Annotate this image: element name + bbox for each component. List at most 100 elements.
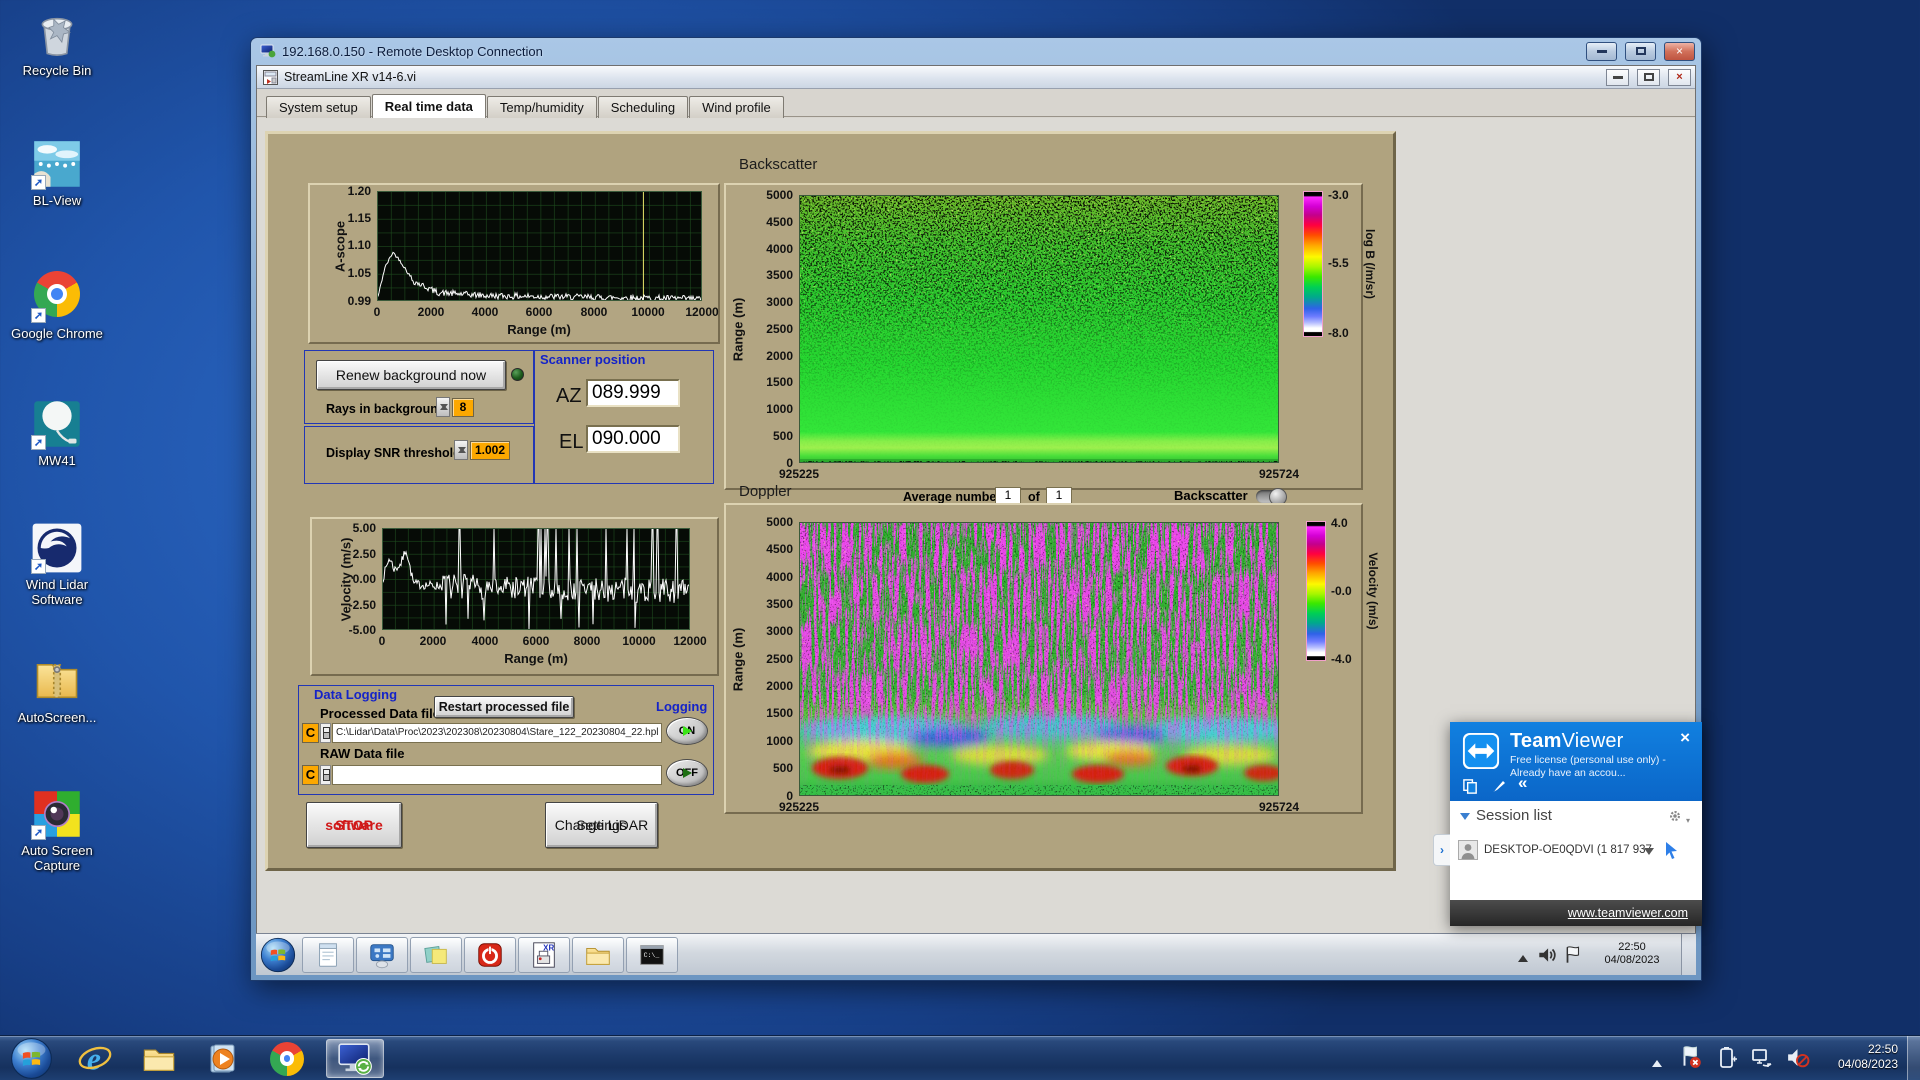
desktop-icon-bl-view[interactable]: ➚ BL-View [6, 138, 108, 208]
tray-clock[interactable]: 22:50 04/08/2023 [1818, 1042, 1898, 1072]
logging-label: Logging [656, 699, 708, 714]
teamviewer-expander-tab[interactable]: › [1433, 834, 1450, 866]
remote-taskbar-settings-button[interactable] [356, 937, 408, 973]
remote-taskbar-sticky-notes-button[interactable] [410, 937, 462, 973]
change-lidar-settings-button[interactable]: Change LiDAR Settings [545, 802, 658, 848]
svg-text:C:\_: C:\_ [644, 952, 660, 959]
velocity-plot[interactable] [382, 528, 690, 630]
remote-tray-show-hidden-icon[interactable] [1518, 950, 1528, 962]
y-tick-label: 2500 [766, 652, 793, 666]
tray-show-hidden-icon[interactable] [1652, 1055, 1662, 1067]
session-avatar-icon [1458, 840, 1478, 860]
remote-taskbar-streamline-xr-button[interactable]: XR [518, 937, 570, 973]
tab-temp-humidity[interactable]: Temp/humidity [486, 96, 597, 118]
remote-start-button[interactable] [260, 937, 296, 973]
rdp-close-button[interactable]: × [1664, 41, 1695, 61]
processed-drive-field[interactable]: C [302, 723, 319, 743]
restart-processed-file-button[interactable]: Restart processed file [434, 696, 574, 718]
teamviewer-brush-icon[interactable] [1490, 777, 1508, 800]
backscatter-heatmap[interactable] [799, 195, 1279, 463]
remote-taskbar-cmd-button[interactable]: C:\_ [626, 937, 678, 973]
desktop-icon-google-chrome[interactable]: ➚ Google Chrome [6, 268, 108, 341]
taskbar-explorer-button[interactable] [136, 1039, 182, 1078]
rays-spinner[interactable] [436, 397, 450, 417]
start-button[interactable] [10, 1037, 53, 1080]
desktop-icon-mw41[interactable]: ➚ MW41 [6, 398, 108, 468]
remote-clock-date: 04/08/2023 [1604, 954, 1660, 966]
app-titlebar[interactable]: StreamLine XR v14-6.vi × [257, 66, 1695, 89]
el-value-field[interactable]: 090.000 [586, 425, 680, 453]
taskbar-rdp-button-active[interactable] [326, 1039, 384, 1078]
connect-cursor-icon[interactable] [1662, 840, 1682, 860]
remote-tray-clock[interactable]: 22:50 04/08/2023 [1592, 941, 1672, 967]
x-tick-label: 2000 [419, 634, 447, 648]
teamviewer-collapse-icon[interactable]: « [1518, 773, 1527, 793]
wind-lidar-icon: ➚ [31, 522, 83, 574]
tab-scheduling[interactable]: Scheduling [597, 96, 689, 118]
backscatter-doppler-toggle[interactable] [1256, 488, 1287, 506]
rdp-maximize-button[interactable] [1625, 41, 1656, 61]
remote-taskbar-stop-app-button[interactable] [464, 937, 516, 973]
shortcut-arrow-icon: ➚ [31, 559, 46, 574]
tray-power-icon[interactable] [1716, 1046, 1740, 1075]
y-tick-label: 1000 [766, 734, 793, 748]
taskbar-media-player-button[interactable] [200, 1039, 246, 1078]
tray-volume-muted-icon[interactable] [1785, 1045, 1810, 1075]
teamviewer-close-icon[interactable]: × [1680, 728, 1690, 748]
data-logging-title: Data Logging [314, 687, 398, 702]
tab-bar: System setup Real time data Temp/humidity S… [257, 90, 1695, 118]
stop-software-button[interactable]: STOP software [306, 802, 402, 848]
show-desktop-button[interactable] [1907, 1036, 1920, 1080]
session-list-item[interactable]: DESKTOP-OE0QDVI (1 817 937 [1456, 837, 1696, 865]
raw-logging-off-button[interactable]: OFF [666, 759, 708, 787]
processed-path-field[interactable]: C:\Lidar\Data\Proc\2023\202308\20230804\… [332, 723, 662, 743]
app-window-title: StreamLine XR v14-6.vi [284, 70, 417, 84]
tray-network-icon[interactable] [1750, 1046, 1774, 1075]
session-list-expand-icon[interactable] [1460, 813, 1470, 825]
renew-background-button[interactable]: Renew background now [316, 360, 506, 390]
remote-taskbar-notepad-button[interactable] [302, 937, 354, 973]
raw-drive-field[interactable]: C [302, 765, 319, 785]
az-value-field[interactable]: 089.999 [586, 379, 680, 407]
teamviewer-header: TeamViewer × Free license (personal use … [1450, 722, 1702, 801]
app-close-button[interactable]: × [1668, 68, 1691, 86]
desktop-icon-autoscreen[interactable]: AutoScreen... [6, 655, 108, 725]
desktop-icon-auto-screen-capture[interactable]: ➚ Auto Screen Capture [6, 788, 108, 873]
remote-tray-action-center-icon[interactable] [1562, 944, 1584, 971]
tab-real-time-data[interactable]: Real time data [371, 94, 486, 118]
session-list-options-gear-icon[interactable]: ▾ [1668, 809, 1690, 828]
desktop-icon-recycle-bin[interactable]: Recycle Bin [6, 8, 108, 78]
processed-logging-on-button[interactable]: ON [666, 717, 708, 745]
rdp-minimize-button[interactable] [1586, 41, 1617, 61]
remote-taskbar-explorer-button[interactable] [572, 937, 624, 973]
doppler-heatmap[interactable] [799, 522, 1279, 796]
tab-wind-profile[interactable]: Wind profile [689, 96, 784, 118]
processed-path-browse-icon[interactable] [320, 723, 331, 743]
snr-value-field[interactable]: 1.002 [470, 441, 510, 460]
tab-system-setup[interactable]: System setup [266, 96, 371, 118]
streamline-xr-icon: XR [533, 942, 555, 968]
snr-spinner[interactable] [454, 440, 468, 460]
remote-tray-volume-icon[interactable] [1536, 944, 1558, 971]
remote-show-desktop-button[interactable] [1681, 934, 1696, 975]
desktop-icon-wind-lidar[interactable]: ➚ Wind Lidar Software [6, 522, 108, 607]
rdp-titlebar[interactable]: 192.168.0.150 - Remote Desktop Connectio… [251, 38, 1701, 64]
rays-value-field[interactable]: 8 [452, 398, 474, 417]
x-tick-label: 10000 [631, 305, 665, 319]
taskbar-chrome-button[interactable] [264, 1039, 310, 1078]
desktop-icon-label: Recycle Bin [22, 63, 92, 78]
app-minimize-button[interactable] [1606, 68, 1629, 86]
raw-path-browse-icon[interactable] [320, 765, 331, 785]
ascope-plot[interactable] [377, 191, 702, 301]
remote-clock-time: 22:50 [1618, 941, 1646, 953]
session-dropdown-icon[interactable] [1644, 848, 1654, 860]
app-maximize-button[interactable] [1637, 68, 1660, 86]
teamviewer-link[interactable]: www.teamviewer.com [1568, 906, 1688, 920]
y-tick-label: 4500 [766, 542, 793, 556]
teamviewer-copy-icon[interactable] [1462, 778, 1479, 800]
tray-action-center-icon[interactable] [1678, 1044, 1704, 1075]
taskbar-internet-explorer-button[interactable]: e [72, 1039, 118, 1078]
raw-path-field[interactable] [332, 765, 662, 785]
remote-taskbar: XR C:\_ 22:50 04/08/2023 [256, 933, 1696, 975]
y-tick-label: 1500 [766, 706, 793, 720]
